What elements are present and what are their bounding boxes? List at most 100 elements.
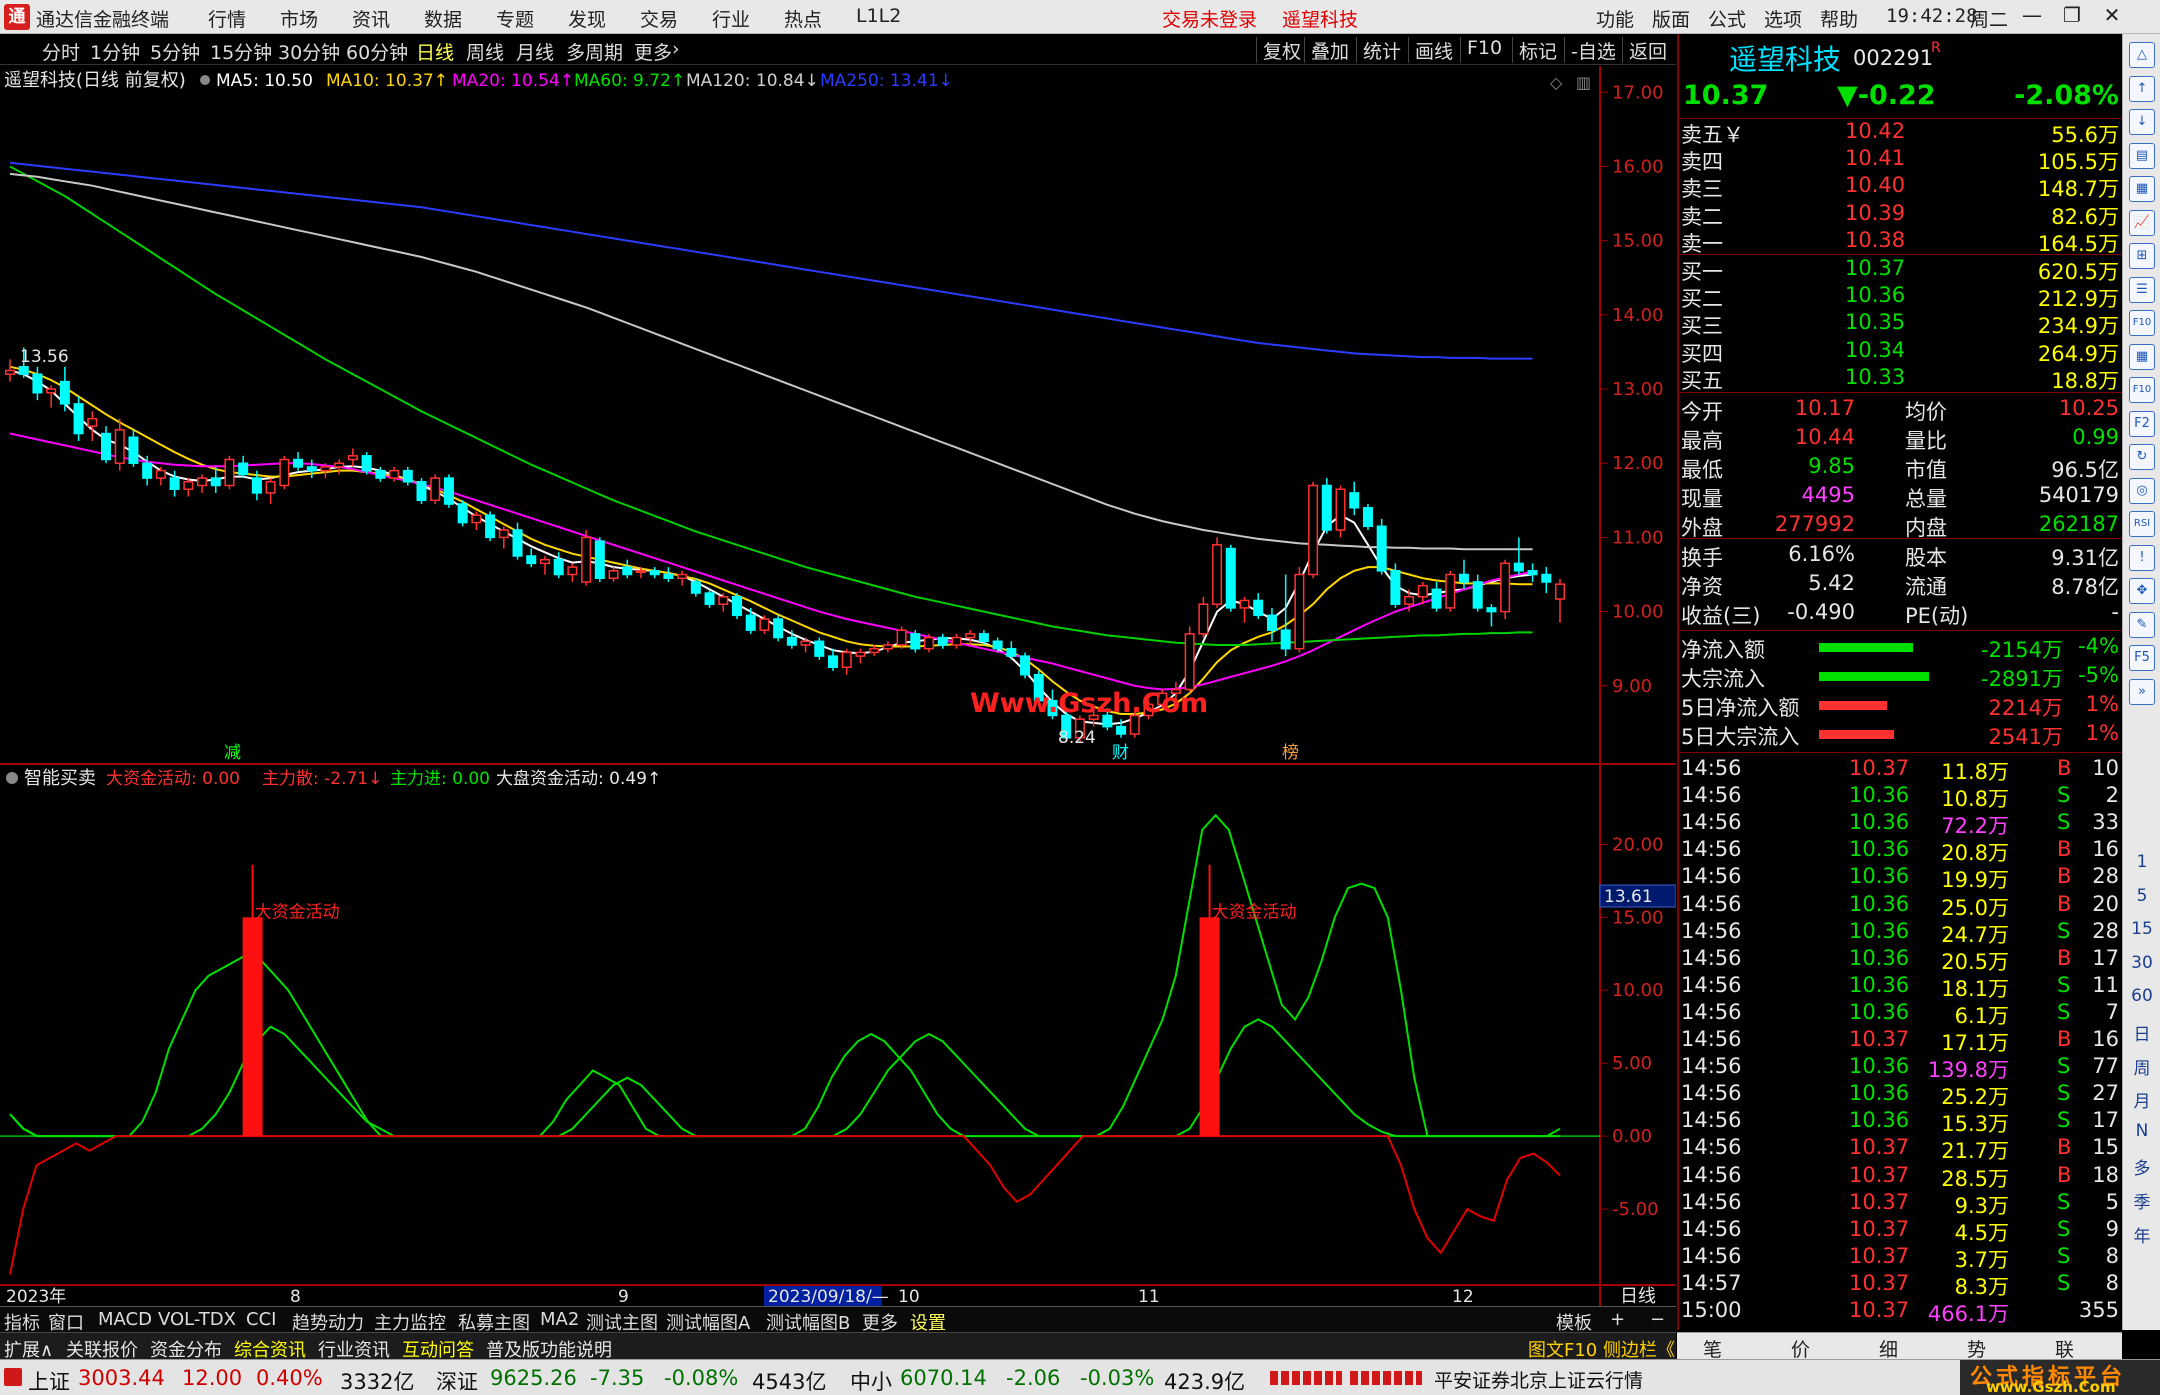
tick-row[interactable]: 14:56 10.36 20.8万 B 16	[1679, 837, 2123, 865]
menu-shuju[interactable]: 数据	[424, 5, 462, 32]
tick-row[interactable]: 14:57 10.37 8.3万 S 8	[1679, 1271, 2123, 1299]
circle-icon[interactable]: ◎	[2129, 477, 2155, 504]
menu-zixun[interactable]: 资讯	[352, 5, 390, 32]
fast-icon[interactable]: »	[2129, 678, 2155, 705]
f5-icon[interactable]: F5	[2129, 645, 2155, 671]
grid-icon[interactable]: ▦	[2129, 343, 2155, 370]
period-fenshi[interactable]: 分时	[42, 38, 80, 65]
tick-row[interactable]: 14:56 10.36 10.8万 S 2	[1679, 783, 2123, 811]
watchlist-button[interactable]: -自选	[1564, 37, 1622, 63]
period-60min[interactable]: 60分钟	[346, 38, 408, 65]
side-period-1[interactable]: 5	[2123, 886, 2160, 906]
f10-button[interactable]: F10	[1460, 37, 1508, 63]
tick-row[interactable]: 14:56 10.36 19.9万 B 28	[1679, 864, 2123, 892]
period-daily[interactable]: 日线	[416, 38, 454, 65]
indicator-tab-3[interactable]: VOL-TDX	[158, 1309, 236, 1330]
sz-label[interactable]: 深证	[436, 1366, 478, 1395]
ask-row[interactable]: 卖三 10.40 148.7万	[1679, 173, 2123, 201]
marker-finance[interactable]: 财	[1112, 743, 1129, 763]
tab-tool-2[interactable]: −	[1650, 1309, 1665, 1330]
quote-tab-0[interactable]: 笔	[1703, 1335, 1722, 1362]
diamond-icon[interactable]: ◇	[1550, 73, 1563, 92]
stats-button[interactable]: 统计	[1356, 37, 1407, 63]
menu-faxian[interactable]: 发现	[568, 5, 606, 32]
login-status[interactable]: 交易未登录	[1162, 5, 1257, 32]
tick-row[interactable]: 14:56 10.36 72.2万 S 33	[1679, 810, 2123, 838]
indicator-tab-4[interactable]: CCI	[246, 1309, 276, 1330]
kline-chart[interactable]: 17.00 16.00 15.00 14.00 13.00 12.00 11.00 10.00…	[0, 66, 1676, 1306]
period-5min[interactable]: 5分钟	[150, 38, 200, 65]
side-period-0[interactable]: 1	[2123, 852, 2160, 872]
restore-icon[interactable]: ❐	[2058, 3, 2086, 29]
pen-icon[interactable]: ✎	[2129, 611, 2155, 638]
indicator-tab-2[interactable]: MACD	[98, 1309, 152, 1330]
side-period-7[interactable]: 月	[2123, 1087, 2160, 1112]
table-icon[interactable]: ▦	[2129, 176, 2155, 202]
menu-zhuanti[interactable]: 专题	[496, 5, 534, 32]
up-icon[interactable]: △	[2129, 42, 2155, 68]
side-period-2[interactable]: 15	[2123, 919, 2160, 939]
tick-row[interactable]: 14:56 10.37 9.3万 S 5	[1679, 1190, 2123, 1218]
fuquan-button[interactable]: 复权	[1256, 37, 1307, 63]
menu-bangzhu[interactable]: 帮助	[1820, 5, 1858, 32]
close-icon[interactable]: ✕	[2098, 3, 2126, 29]
f10-info-icon[interactable]: F10	[2129, 377, 2155, 403]
quote-tab-3[interactable]: 势	[1967, 1335, 1986, 1362]
document-icon[interactable]: ▤	[2129, 142, 2155, 169]
side-period-9[interactable]: 多	[2123, 1154, 2160, 1179]
side-period-5[interactable]: 日	[2123, 1020, 2160, 1045]
tick-row[interactable]: 14:56 10.36 6.1万 S 7	[1679, 1000, 2123, 1028]
f10-icon[interactable]: F10	[2129, 310, 2155, 336]
tick-row[interactable]: 14:56 10.37 4.5万 S 9	[1679, 1217, 2123, 1245]
minimize-icon[interactable]: —	[2018, 3, 2046, 29]
back-button[interactable]: 返回	[1622, 37, 1673, 63]
draw-button[interactable]: 画线	[1408, 37, 1459, 63]
bid-row[interactable]: 买二 10.36 212.9万	[1679, 283, 2123, 311]
flow-row[interactable]: 5日大宗流入 2541万 1%	[1679, 721, 2123, 749]
menu-gongneng[interactable]: 功能	[1596, 5, 1634, 32]
flow-row[interactable]: 5日净流入额 2214万 1%	[1679, 692, 2123, 720]
menu-hangye[interactable]: 行业	[712, 5, 750, 32]
tick-row[interactable]: 14:56 10.37 17.1万 B 16	[1679, 1027, 2123, 1055]
refresh-icon[interactable]: ↻	[2129, 444, 2155, 470]
zx-label[interactable]: 中小	[850, 1366, 892, 1395]
mark-button[interactable]: 标记	[1512, 37, 1563, 63]
menu-xuanxiang[interactable]: 选项	[1764, 5, 1802, 32]
bid-row[interactable]: 买三 10.35 234.9万	[1679, 310, 2123, 338]
menu-hangqing[interactable]: 行情	[208, 5, 246, 32]
f2-icon[interactable]: F2	[2129, 410, 2155, 437]
ask-row[interactable]: 卖二 10.39 82.6万	[1679, 201, 2123, 229]
quote-tab-4[interactable]: 联	[2055, 1335, 2074, 1362]
period-monthly[interactable]: 月线	[516, 38, 554, 65]
bid-row[interactable]: 买四 10.34 264.9万	[1679, 338, 2123, 366]
alert-icon[interactable]: !	[2129, 544, 2155, 571]
tick-row[interactable]: 14:56 10.37 11.8万 B 10	[1679, 756, 2123, 784]
indicator-name[interactable]: 智能买卖	[24, 768, 96, 789]
indicator-tab-8[interactable]: MA2	[540, 1309, 579, 1330]
tab-tool-1[interactable]: +	[1610, 1309, 1625, 1330]
tick-row[interactable]: 15:00 10.37 466.1万 355	[1679, 1298, 2123, 1326]
expand-icon[interactable]: ▥	[1576, 73, 1591, 92]
tick-row[interactable]: 14:56 10.37 3.7万 S 8	[1679, 1244, 2123, 1272]
tick-row[interactable]: 14:56 10.36 25.0万 B 20	[1679, 892, 2123, 920]
tick-row[interactable]: 14:56 10.36 24.7万 S 28	[1679, 919, 2123, 947]
tick-row[interactable]: 14:56 10.37 21.7万 B 15	[1679, 1135, 2123, 1163]
side-period-10[interactable]: 季	[2123, 1188, 2160, 1213]
period-more[interactable]: 更多	[634, 38, 672, 65]
marker-rank[interactable]: 榜	[1282, 743, 1299, 763]
quote-tab-1[interactable]: 价	[1791, 1335, 1810, 1362]
overlay-button[interactable]: 叠加	[1304, 37, 1355, 63]
menu-gongshi[interactable]: 公式	[1708, 5, 1746, 32]
tick-row[interactable]: 14:56 10.36 18.1万 S 11	[1679, 973, 2123, 1001]
bid-row[interactable]: 买一 10.37 620.5万	[1679, 256, 2123, 284]
period-15min[interactable]: 15分钟	[210, 38, 272, 65]
list-icon[interactable]: ☰	[2129, 276, 2155, 303]
period-30min[interactable]: 30分钟	[278, 38, 340, 65]
side-period-11[interactable]: 年	[2123, 1222, 2160, 1247]
menu-banmian[interactable]: 版面	[1652, 5, 1690, 32]
period-1min[interactable]: 1分钟	[90, 38, 140, 65]
menu-jiaoyi[interactable]: 交易	[640, 5, 678, 32]
candle-icon[interactable]: ⊞	[2129, 243, 2155, 269]
period-multi[interactable]: 多周期	[566, 38, 623, 65]
ask-row[interactable]: 卖四 10.41 105.5万	[1679, 146, 2123, 174]
